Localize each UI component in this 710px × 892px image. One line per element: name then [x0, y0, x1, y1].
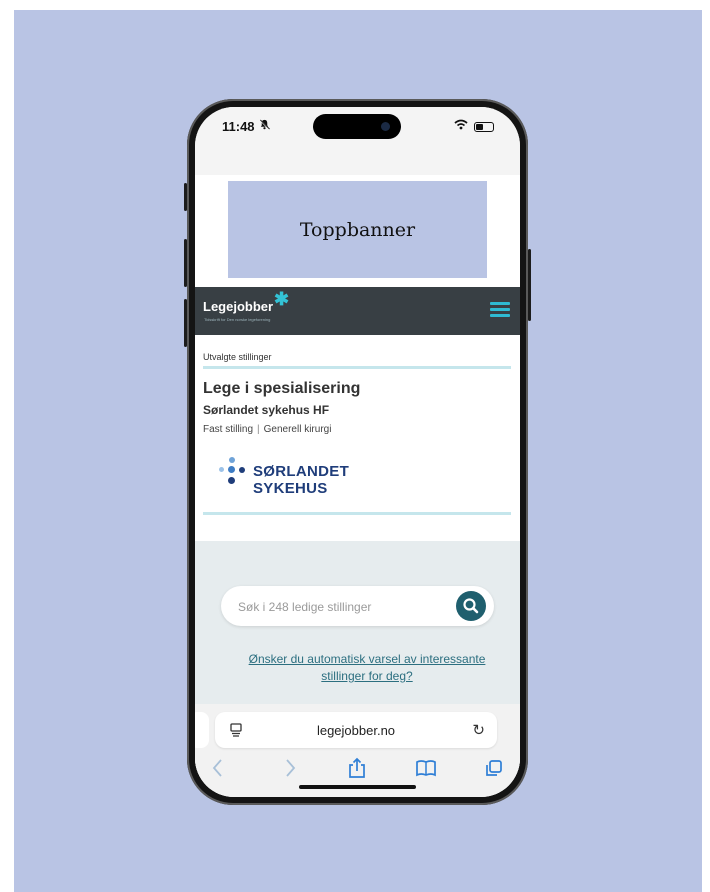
job-meta: Fast stilling | Generell kirurgi	[203, 424, 332, 435]
status-time: 11:48	[222, 119, 255, 134]
forward-icon[interactable]	[283, 756, 297, 780]
employer-logo: SØRLANDET SYKEHUS	[217, 455, 427, 497]
browser-toolbar	[195, 754, 520, 782]
employer-logo-text: SØRLANDET SYKEHUS	[253, 463, 350, 497]
url-text: legejobber.no	[316, 723, 396, 738]
mute-switch	[184, 183, 187, 211]
employment-type: Fast stilling	[203, 424, 254, 435]
camera-icon	[381, 122, 390, 131]
hamburger-menu-icon[interactable]	[490, 302, 510, 318]
battery-icon	[474, 122, 494, 132]
job-title[interactable]: Lege i spesialisering	[203, 380, 360, 398]
home-indicator	[299, 785, 416, 789]
section-label: Utvalgte stillinger	[203, 352, 272, 362]
back-icon[interactable]	[211, 756, 225, 780]
phone-screen: 11:48 Toppbanner Legejobber ✱ Tidsskrift…	[195, 107, 520, 797]
logo-tagline: Tidsskrift for Den norske legeforening	[204, 317, 271, 322]
divider-bottom	[203, 512, 511, 515]
browser-bottom-bar: legejobber.no ↻	[195, 704, 520, 797]
phone-frame: 11:48 Toppbanner Legejobber ✱ Tidsskrift…	[184, 99, 531, 805]
logo-text: Legejobber	[203, 299, 274, 314]
address-bar[interactable]: legejobber.no ↻	[215, 712, 497, 748]
status-bar: 11:48	[195, 107, 520, 175]
share-icon[interactable]	[347, 756, 367, 780]
job-alert-link[interactable]: Ønsker du automatisk varsel av interessa…	[237, 651, 497, 685]
employer-name: Sørlandet sykehus HF	[203, 403, 330, 417]
search-icon	[463, 598, 479, 614]
reload-icon[interactable]: ↻	[472, 721, 485, 739]
dynamic-island	[313, 114, 401, 139]
volume-down-button	[184, 299, 187, 347]
banner-area: Toppbanner	[195, 175, 520, 287]
tabs-icon[interactable]	[484, 756, 504, 780]
bell-slash-icon	[259, 119, 270, 133]
divider-top	[203, 366, 511, 369]
logo-star-icon: ✱	[274, 289, 290, 309]
web-content: Toppbanner Legejobber ✱ Tidsskrift for D…	[195, 175, 520, 795]
wifi-icon	[454, 119, 468, 133]
previous-tab-peek[interactable]	[195, 712, 209, 748]
job-specialty: Generell kirurgi	[263, 424, 332, 435]
featured-job-card[interactable]: Utvalgte stillinger Lege i spesialiserin…	[195, 335, 520, 541]
power-button	[528, 249, 531, 321]
search-box	[221, 586, 494, 628]
search-button[interactable]	[456, 591, 486, 621]
search-input[interactable]	[236, 586, 450, 628]
volume-up-button	[184, 239, 187, 287]
bookmarks-icon[interactable]	[415, 756, 437, 780]
top-banner[interactable]: Toppbanner	[228, 181, 487, 278]
site-navbar: Legejobber ✱ Tidsskrift for Den norske l…	[195, 287, 520, 335]
